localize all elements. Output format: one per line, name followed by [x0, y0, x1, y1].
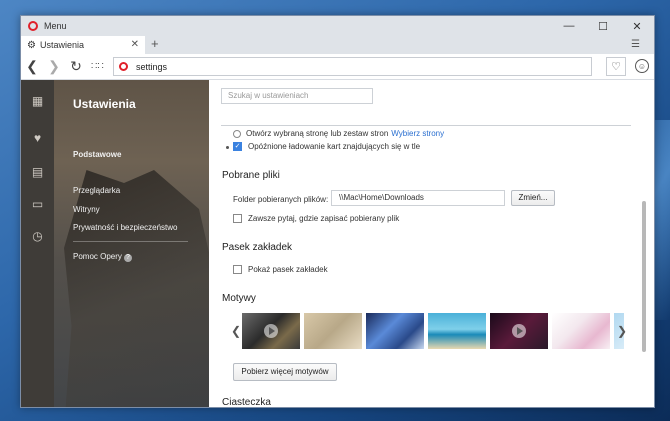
sidebar-icon-rail: ▦ ♥ ▤ ▭ ◷ — [21, 80, 54, 407]
startup-open-label: Otwórz wybraną stronę lub zestaw stron — [246, 129, 389, 138]
speed-dial-icon[interactable]: ▦ — [21, 94, 54, 108]
ask-where-checkbox[interactable] — [233, 214, 242, 223]
title-bar: Menu — ☐ ✕ — [21, 16, 654, 36]
sidebar-item-pomoc[interactable]: Pomoc Opery? — [73, 252, 132, 262]
sidebar-item-pomoc-label: Pomoc Opery — [73, 252, 122, 261]
download-folder-label: Folder pobieranych plików: — [233, 195, 329, 204]
play-icon — [264, 324, 278, 338]
sidebar-item-podstawowe[interactable]: Podstawowe — [73, 150, 121, 159]
scrollbar-thumb[interactable] — [642, 201, 646, 352]
opera-logo-icon[interactable] — [28, 21, 38, 31]
startup-open-row: Otwórz wybraną stronę lub zestaw stron W… — [233, 129, 444, 138]
settings-sidebar: Ustawienia Podstawowe Przeglądarka Witry… — [54, 80, 209, 407]
delayed-loading-row: ✓ Opóźnione ładowanie kart znajdujących … — [233, 142, 420, 151]
cookies-heading: Ciasteczka — [222, 397, 271, 407]
toolbar: ❮ ❯ ↻ ∷∷ settings ♡ ☺ — [21, 54, 654, 80]
opera-page-icon — [119, 62, 128, 71]
download-folder-field[interactable]: \\Mac\Home\Downloads — [331, 190, 505, 206]
maximize-icon[interactable]: ☐ — [586, 16, 620, 36]
content-area: ▦ ♥ ▤ ▭ ◷ Ustawienia Podstawowe Przegląd… — [21, 80, 654, 407]
theme-thumbnail[interactable] — [552, 313, 610, 349]
tab-settings[interactable]: ⚙ Ustawienia ✕ — [21, 36, 145, 54]
sidebar-item-prywatnosc[interactable]: Prywatność i bezpieczeństwo — [73, 223, 178, 232]
show-bookmarks-row: Pokaż pasek zakładek — [233, 265, 328, 274]
show-bookmarks-label: Pokaż pasek zakładek — [248, 265, 328, 274]
address-bar[interactable]: settings — [113, 57, 592, 76]
delayed-loading-checkbox[interactable]: ✓ — [233, 142, 242, 151]
gear-icon: ⚙ — [27, 39, 36, 51]
theme-thumbnail[interactable] — [428, 313, 486, 349]
downloads-heading: Pobrane pliki — [222, 170, 280, 181]
themes-heading: Motywy — [222, 293, 256, 304]
address-text[interactable]: settings — [136, 62, 167, 72]
menu-label[interactable]: Menu — [44, 21, 67, 31]
close-icon[interactable]: ✕ — [620, 16, 654, 36]
account-icon[interactable]: ☺ — [635, 59, 649, 73]
ask-where-row: Zawsze pytaj, gdzie zapisać pobierany pl… — [233, 214, 399, 223]
play-icon — [512, 324, 526, 338]
bookmark-heart-icon[interactable]: ♡ — [606, 57, 626, 76]
history-clock-icon[interactable]: ◷ — [21, 229, 54, 243]
sidebar-divider — [73, 241, 188, 242]
sidebar-item-witryny[interactable]: Witryny — [73, 205, 100, 214]
browser-window: Menu — ☐ ✕ ⚙ Ustawienia ✕ + ☰ ❮ ❯ ↻ ∷∷ s… — [20, 15, 655, 408]
new-tab-button[interactable]: + — [151, 36, 159, 51]
themes-prev-icon[interactable]: ❮ — [230, 313, 242, 349]
theme-thumbnail[interactable] — [366, 313, 424, 349]
search-divider — [221, 125, 631, 126]
themes-carousel: ❮ — [230, 313, 628, 349]
back-icon[interactable]: ❮ — [21, 58, 43, 75]
sidebar-title: Ustawienia — [73, 97, 136, 111]
delayed-loading-label: Opóźnione ładowanie kart znajdujących si… — [248, 142, 421, 151]
tab-menu-icon[interactable]: ☰ — [631, 39, 640, 50]
tab-bar: ⚙ Ustawienia ✕ + ☰ — [21, 36, 654, 54]
change-folder-button[interactable]: Zmień... — [511, 190, 555, 206]
tab-label: Ustawienia — [39, 40, 84, 50]
bullet-dot — [226, 146, 229, 149]
theme-thumbnail[interactable] — [242, 313, 300, 349]
forward-icon[interactable]: ❯ — [43, 58, 65, 75]
theme-thumbnail[interactable] — [490, 313, 548, 349]
speed-dial-grid-icon[interactable]: ∷∷ — [91, 61, 107, 72]
theme-thumbnail[interactable] — [304, 313, 362, 349]
devices-icon[interactable]: ▭ — [21, 197, 54, 211]
sidebar-item-przegladarka[interactable]: Przeglądarka — [73, 186, 120, 195]
settings-main: Szukaj w ustawieniach Otwórz wybraną str… — [209, 80, 654, 407]
startup-open-radio[interactable] — [233, 129, 241, 138]
show-bookmarks-checkbox[interactable] — [233, 265, 242, 274]
news-icon[interactable]: ▤ — [21, 165, 54, 179]
get-more-themes-button[interactable]: Pobierz więcej motywów — [233, 363, 337, 381]
help-question-icon: ? — [123, 254, 132, 262]
search-input[interactable]: Szukaj w ustawieniach — [221, 88, 373, 104]
bookmarks-bar-heading: Pasek zakładek — [222, 242, 293, 253]
tab-close-icon[interactable]: ✕ — [131, 39, 139, 50]
heart-icon[interactable]: ♥ — [21, 131, 54, 145]
reload-icon[interactable]: ↻ — [65, 58, 87, 75]
ask-where-label: Zawsze pytaj, gdzie zapisać pobierany pl… — [248, 214, 400, 223]
window-controls: — ☐ ✕ — [552, 16, 654, 36]
themes-next-icon[interactable]: ❯ — [615, 313, 629, 349]
choose-pages-link[interactable]: Wybierz strony — [391, 129, 444, 138]
minimize-icon[interactable]: — — [552, 16, 586, 36]
scrollbar[interactable] — [642, 80, 647, 407]
